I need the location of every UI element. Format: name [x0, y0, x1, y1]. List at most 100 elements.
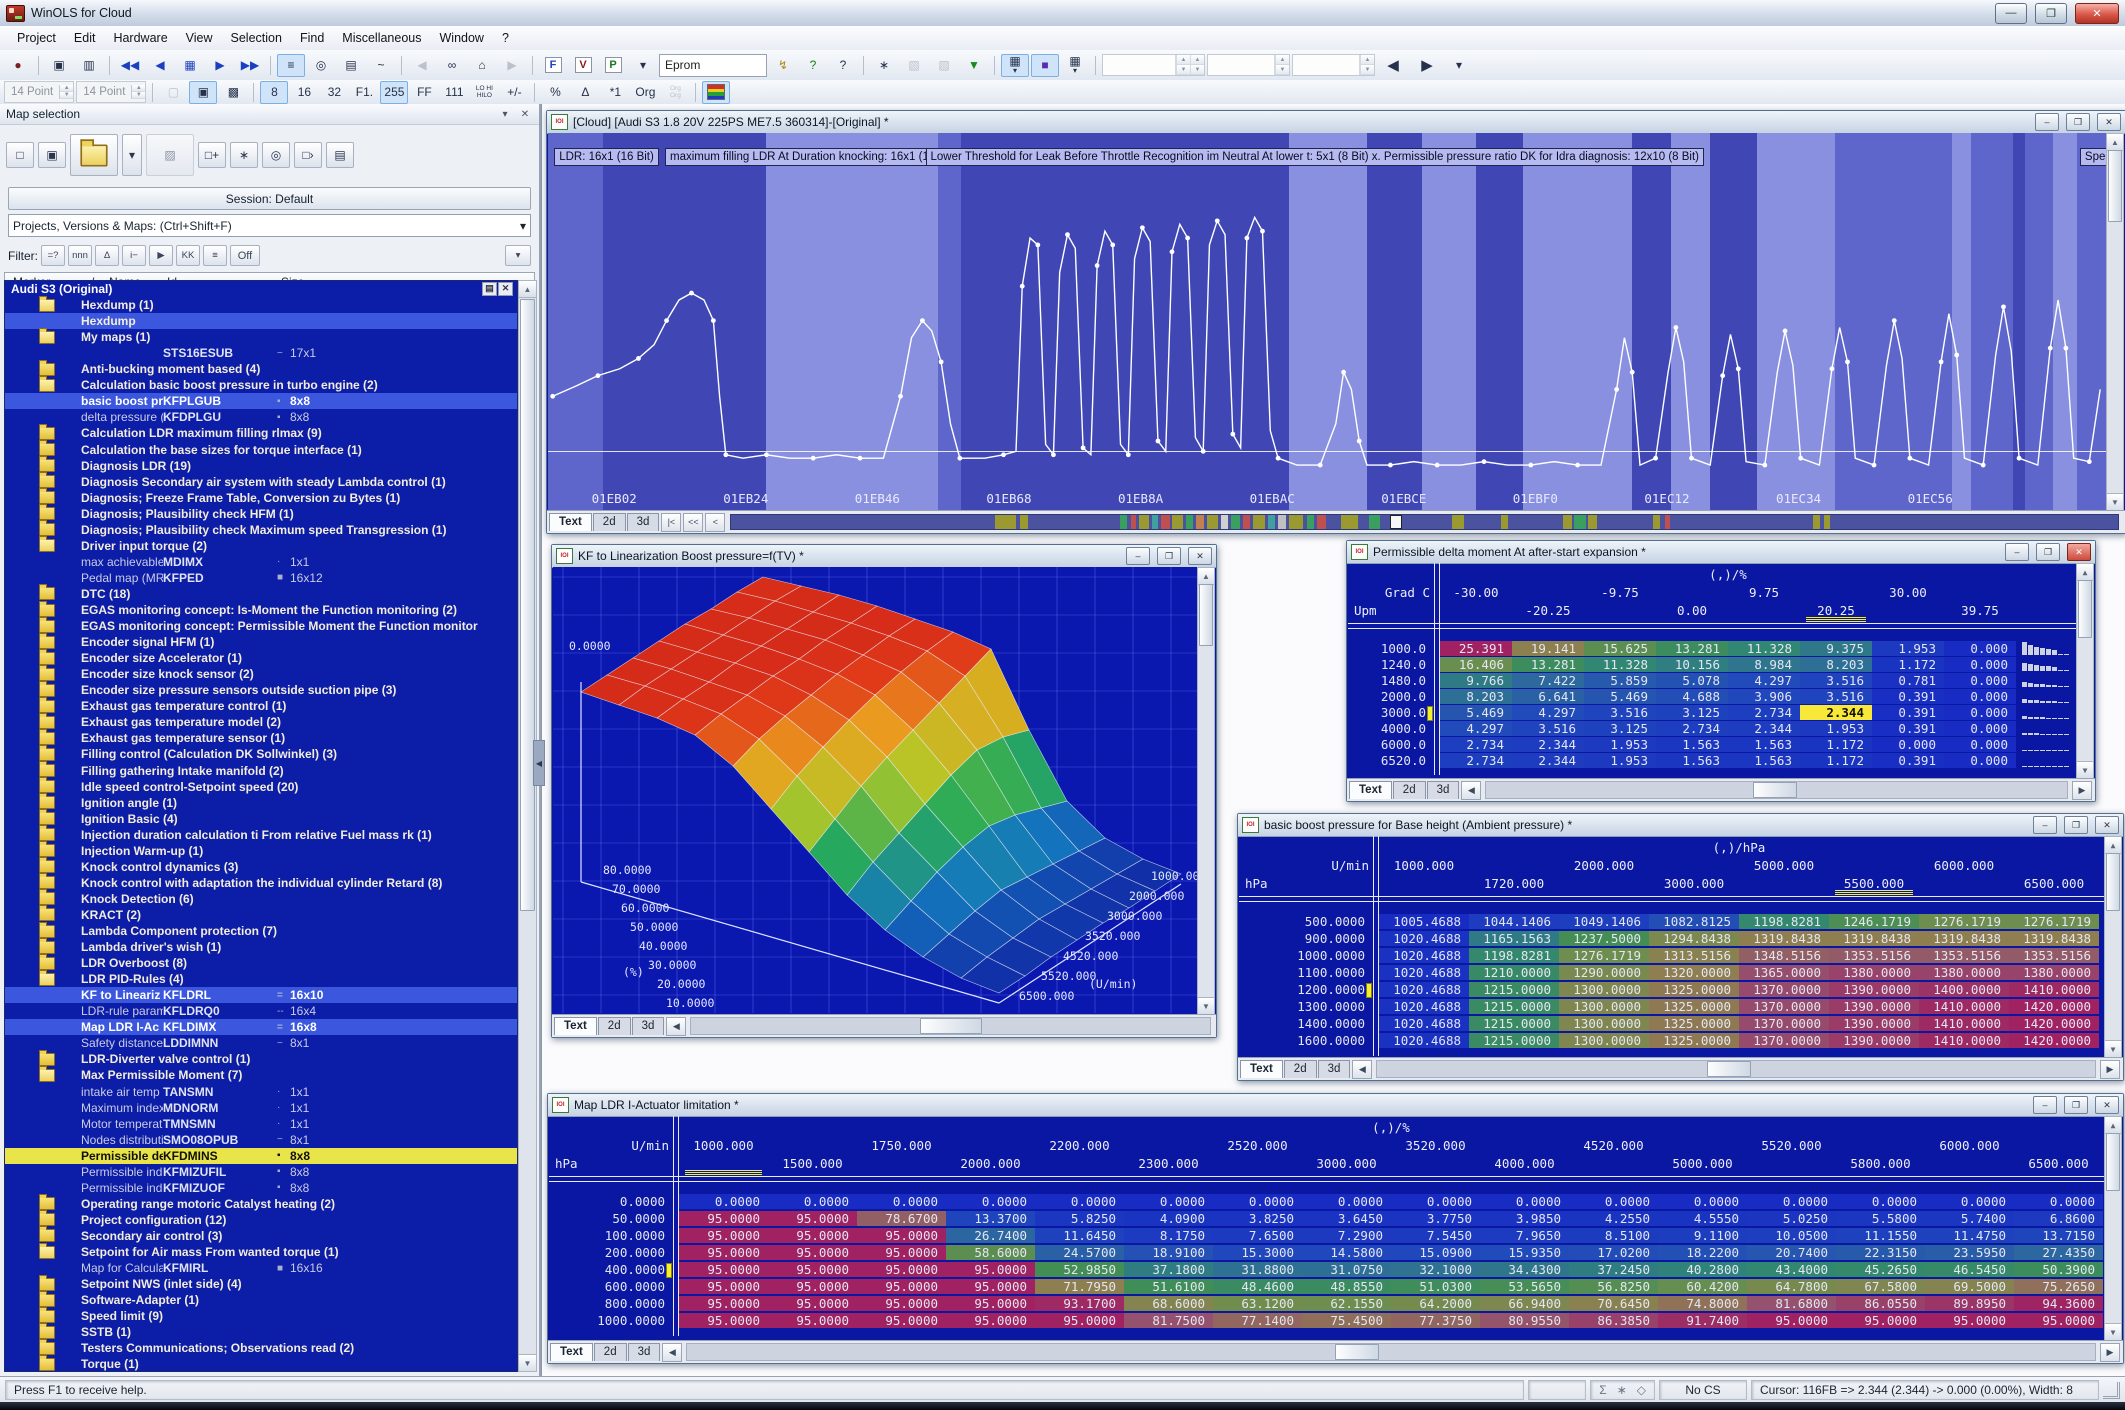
- row-header-label[interactable]: 1200.0000: [1239, 982, 1365, 997]
- width-float-button[interactable]: F1.: [350, 81, 378, 104]
- menu-item-hardware[interactable]: Hardware: [104, 28, 176, 48]
- table-cell[interactable]: 1.172: [1800, 737, 1872, 752]
- table-cell[interactable]: 3.516: [1512, 721, 1584, 736]
- table-cell[interactable]: 5.8250: [1035, 1211, 1124, 1226]
- table-cell[interactable]: 1020.4688: [1379, 931, 1469, 946]
- width-32bit-button[interactable]: 32: [320, 81, 348, 104]
- tree-row[interactable]: STS16ESUB−17x1: [5, 345, 517, 361]
- table-cell[interactable]: 1390.0000: [1829, 982, 1919, 997]
- table-cell[interactable]: 1020.4688: [1379, 1016, 1469, 1031]
- table-cell[interactable]: 1420.0000: [2009, 1033, 2099, 1048]
- table-cell[interactable]: 51.0300: [1391, 1279, 1480, 1294]
- table-cell[interactable]: 95.0000: [768, 1228, 857, 1243]
- table-cell[interactable]: 1198.8281: [1739, 914, 1829, 929]
- tree-row[interactable]: Permissible indeKFMIZUOF▪8x8: [5, 1180, 517, 1196]
- table-cell[interactable]: 9.375: [1800, 641, 1872, 656]
- vertical-scrollbar[interactable]: ▲▼: [2106, 133, 2124, 511]
- row-header-label[interactable]: 1000.0000: [549, 1313, 665, 1328]
- table-cell[interactable]: 1300.0000: [1559, 982, 1649, 997]
- tab-3d[interactable]: 3d: [628, 1343, 661, 1361]
- scroll-down-icon[interactable]: ▼: [2107, 493, 2123, 510]
- table-cell[interactable]: 10.156: [1656, 657, 1728, 672]
- table-cell[interactable]: 0.000: [1944, 721, 2016, 736]
- vertical-scrollbar[interactable]: ▲▼: [1197, 567, 1215, 1015]
- window-close-button[interactable]: ✕: [2067, 543, 2091, 561]
- table-cell[interactable]: 95.0000: [1836, 1313, 1925, 1328]
- table-cell[interactable]: 18.2200: [1658, 1245, 1747, 1260]
- scroll-thumb[interactable]: [2106, 853, 2120, 911]
- scroll-thumb[interactable]: [1335, 1344, 1379, 1360]
- window-restore-button[interactable]: ❐: [2064, 816, 2088, 834]
- table-cell[interactable]: 4.688: [1656, 689, 1728, 704]
- tree-folder-row[interactable]: My maps (1): [5, 329, 517, 345]
- table-cell[interactable]: 94.3600: [2014, 1296, 2103, 1311]
- window-titlebar[interactable]: IOI[Cloud] [Audi S3 1.8 20V 225PS ME7.5 …: [547, 111, 2125, 134]
- panel-pin-icon[interactable]: ▾: [497, 107, 513, 121]
- table-cell[interactable]: 0.000: [1944, 689, 2016, 704]
- tree-folder-row[interactable]: EGAS monitoring concept: Permissible Mom…: [5, 618, 517, 634]
- matrix-view-button[interactable]: ▩: [219, 81, 247, 104]
- menu-item-project[interactable]: Project: [8, 28, 65, 48]
- table-cell[interactable]: 1390.0000: [1829, 1033, 1919, 1048]
- tree-folder-row[interactable]: Encoder signal HFM (1): [5, 634, 517, 650]
- window-titlebar[interactable]: IOIMap LDR I-Actuator limitation *–❐✕: [548, 1094, 2123, 1117]
- menu-item-miscellaneous[interactable]: Miscellaneous: [333, 28, 430, 48]
- table-cell[interactable]: 95.0000: [946, 1262, 1035, 1277]
- row-header-label[interactable]: 1600.0000: [1239, 1033, 1365, 1048]
- window-close-button[interactable]: ✕: [2097, 113, 2121, 131]
- tree-row[interactable]: Pedal map (MR)KFPED■16x12: [5, 570, 517, 586]
- checksum-bolt-button[interactable]: ↯: [769, 54, 797, 77]
- column-header-label[interactable]: 1000.000: [1379, 858, 1469, 873]
- tab-nav-button[interactable]: ◀: [662, 1343, 682, 1362]
- menu-item--[interactable]: ?: [493, 28, 518, 48]
- tab-3d[interactable]: 3d: [1427, 781, 1460, 799]
- column-header-label[interactable]: 3000.000: [1649, 876, 1739, 891]
- row-header-label[interactable]: 600.0000: [549, 1279, 665, 1294]
- tree-folder-row[interactable]: Lambda Component protection (7): [5, 923, 517, 939]
- tree-row[interactable]: Motor temperatTMNSMN·1x1: [5, 1116, 517, 1132]
- scroll-thumb[interactable]: [1707, 1061, 1751, 1077]
- tree-folder-row[interactable]: Calculation basic boost pressure in turb…: [5, 377, 517, 393]
- tree-folder-row[interactable]: Exhaust gas temperature control (1): [5, 698, 517, 714]
- grid-view-button[interactable]: ▦: [176, 54, 204, 77]
- table-cell[interactable]: 75.4500: [1302, 1313, 1391, 1328]
- tree-row[interactable]: Map for CalculatKFMIRL■16x16: [5, 1260, 517, 1276]
- value-spin-1[interactable]: ▲▼▲▼: [1102, 54, 1205, 76]
- tree-folder-row[interactable]: EGAS monitoring concept: Is-Moment the F…: [5, 602, 517, 618]
- table-cell[interactable]: 9.766: [1440, 673, 1512, 688]
- menu-item-edit[interactable]: Edit: [65, 28, 105, 48]
- row-header-label[interactable]: 1480.0: [1348, 673, 1426, 688]
- table-cell[interactable]: 0.0000: [1747, 1194, 1836, 1209]
- scroll-thumb[interactable]: [2078, 580, 2092, 638]
- tab-nav-button[interactable]: ▶: [2100, 1060, 2120, 1079]
- table-cell[interactable]: 8.1750: [1124, 1228, 1213, 1243]
- export-map-button[interactable]: □›: [294, 142, 322, 168]
- table-cell[interactable]: 52.9850: [1035, 1262, 1124, 1277]
- add-map-button[interactable]: □+: [198, 142, 226, 168]
- table-cell[interactable]: 1319.8438: [1829, 931, 1919, 946]
- table-cell[interactable]: 8.203: [1440, 689, 1512, 704]
- table-cell[interactable]: 7.5450: [1391, 1228, 1480, 1243]
- table-cell[interactable]: 1.172: [1872, 657, 1944, 672]
- table-cell[interactable]: 51.6100: [1124, 1279, 1213, 1294]
- table-cell[interactable]: 7.6500: [1213, 1228, 1302, 1243]
- table-cell[interactable]: 95.0000: [679, 1211, 768, 1226]
- table-cell[interactable]: 3.6450: [1302, 1211, 1391, 1226]
- table-cell[interactable]: 1049.1406: [1559, 914, 1649, 929]
- connections-button[interactable]: ~: [367, 54, 395, 77]
- maximize-button[interactable]: ❐: [2035, 3, 2067, 24]
- tab-nav-button[interactable]: ▶: [2072, 781, 2092, 800]
- table-cell[interactable]: 4.297: [1512, 705, 1584, 720]
- table-cell[interactable]: 1.953: [1584, 753, 1656, 768]
- table-cell[interactable]: 1410.0000: [2009, 982, 2099, 997]
- filter-button-8[interactable]: Off: [230, 245, 260, 266]
- table-cell[interactable]: 14.5800: [1302, 1245, 1391, 1260]
- table-cell[interactable]: 8.203: [1800, 657, 1872, 672]
- table-cell[interactable]: 2.344: [1512, 753, 1584, 768]
- column-header-label[interactable]: 3000.000: [1302, 1156, 1391, 1171]
- column-header-label[interactable]: 1000.000: [679, 1138, 768, 1153]
- table-cell[interactable]: 1313.5156: [1649, 948, 1739, 963]
- table-cell[interactable]: 2.734: [1440, 753, 1512, 768]
- table-cell[interactable]: 0.0000: [1836, 1194, 1925, 1209]
- table-cell[interactable]: 86.0550: [1836, 1296, 1925, 1311]
